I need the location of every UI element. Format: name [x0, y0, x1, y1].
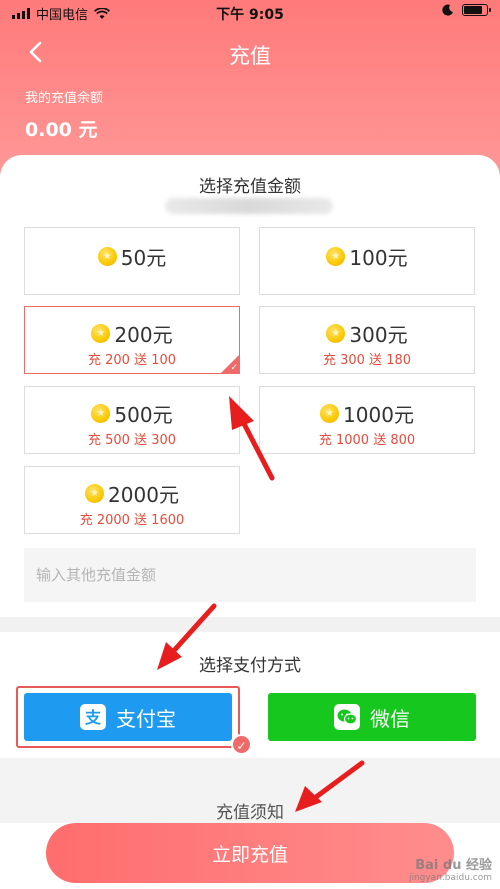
coin-icon [85, 484, 105, 503]
amount-label: 50元 [120, 246, 167, 270]
coin-icon [326, 324, 346, 343]
bonus-label: 充 200 送 100 [87, 353, 177, 368]
svg-text:支: 支 [84, 708, 102, 727]
bonus-label: 充 1000 送 800 [318, 433, 416, 448]
balance-value: 0.00 元 [25, 119, 98, 141]
bonus-label: 充 2000 送 1600 [79, 513, 185, 528]
amount-option-200[interactable]: 200元 充 200 送 100 ✓ [24, 306, 240, 374]
alipay-icon: 支 [80, 704, 106, 730]
amount-label: 300元 [349, 323, 408, 347]
status-right [442, 4, 491, 16]
amount-option-100[interactable]: 100元 [259, 227, 475, 295]
payment-section-title: 选择支付方式 [199, 656, 301, 676]
wechat-label: 微信 [370, 706, 410, 731]
watermark-brand: Bai du 经验 [415, 858, 492, 873]
amount-label: 100元 [349, 246, 408, 270]
balance-label: 我的充值余额 [25, 91, 104, 106]
moon-icon [442, 4, 453, 16]
coin-icon [326, 247, 346, 266]
amount-option-2000[interactable]: 2000元 充 2000 送 1600 [24, 466, 240, 534]
amount-label: 500元 [114, 403, 173, 427]
amount-main: 1000元 [260, 399, 474, 428]
amount-main: 50元 [25, 242, 239, 271]
amount-main: 2000元 [25, 479, 239, 508]
amount-main: 100元 [260, 242, 474, 271]
blurred-info [165, 198, 333, 214]
coin-icon [91, 324, 111, 343]
bonus-label: 充 300 送 180 [322, 353, 412, 368]
amount-option-500[interactable]: 500元 充 500 送 300 [24, 386, 240, 454]
status-time: 下午 9:05 [216, 7, 284, 23]
amount-option-1000[interactable]: 1000元 充 1000 送 800 [259, 386, 475, 454]
coin-icon [91, 404, 111, 423]
payment-check-icon: ✓ [231, 734, 252, 755]
alipay-button[interactable]: 支 支付宝 [24, 693, 232, 741]
amount-main: 200元 [25, 319, 239, 348]
amount-label: 2000元 [108, 483, 179, 507]
wechat-button[interactable]: 微信 [268, 693, 476, 741]
amount-section-title: 选择充值金额 [199, 177, 301, 197]
page-title: 充值 [229, 44, 271, 68]
amount-option-50[interactable]: 50元 [24, 227, 240, 295]
amount-label: 200元 [114, 323, 173, 347]
check-icon: ✓ [230, 363, 238, 373]
watermark: Bai du 经验 jingyan.baidu.com [409, 854, 492, 883]
recharge-now-button[interactable]: 立即充值 [46, 823, 454, 883]
amount-main: 500元 [25, 399, 239, 428]
notice-title: 充值须知 [216, 803, 284, 823]
amount-option-300[interactable]: 300元 充 300 送 180 [259, 306, 475, 374]
amount-label: 1000元 [343, 403, 414, 427]
watermark-url: jingyan.baidu.com [408, 873, 492, 883]
status-bar: 中国电信 下午 9:05 [0, 0, 500, 26]
battery-icon [462, 4, 491, 16]
amount-main: 300元 [260, 319, 474, 348]
coin-icon [97, 247, 117, 266]
wechat-icon [334, 704, 360, 730]
custom-amount-input[interactable] [24, 548, 476, 602]
alipay-label: 支付宝 [116, 706, 176, 731]
coin-icon [320, 404, 340, 423]
bonus-label: 充 500 送 300 [87, 433, 177, 448]
